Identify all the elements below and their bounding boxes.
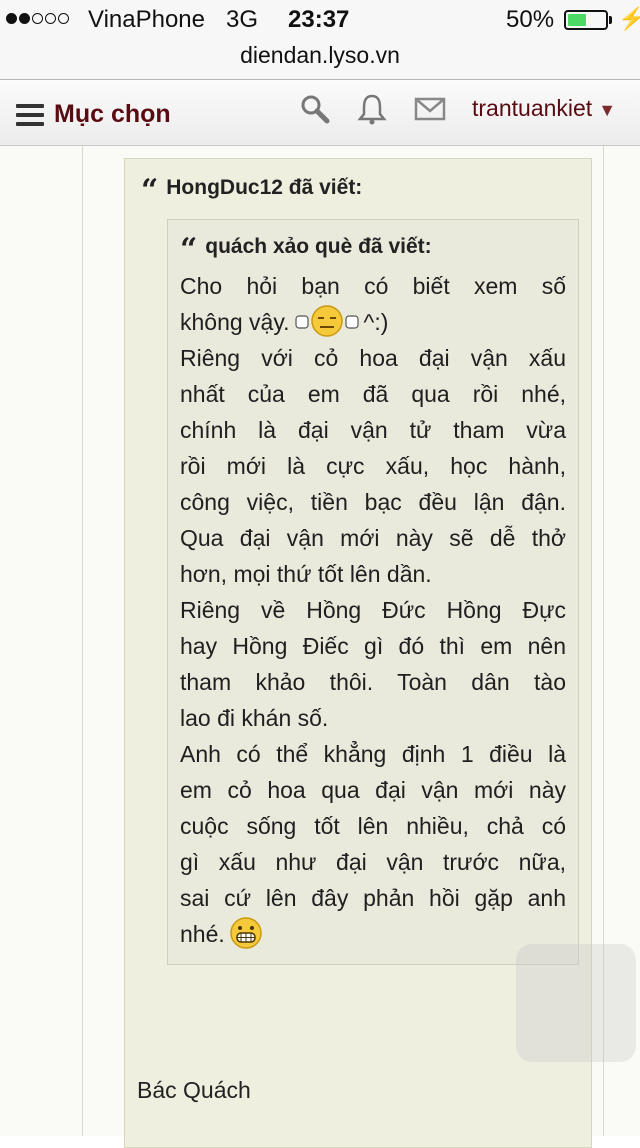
menu-label: Mục chọn — [54, 100, 171, 128]
quote-line: rồi mới là cực xấu, học hành, — [180, 453, 566, 479]
carrier-name: VinaPhone — [88, 6, 205, 33]
quote-line: Anh có thể khẳng định 1 điều là — [180, 741, 566, 767]
inner-quote-block: “ quách xảo què đã viết: Cho hỏi bạn có b… — [167, 219, 579, 965]
inner-quote-header: “ quách xảo què đã viết: — [180, 232, 432, 267]
quote-line: chính là đại vận tử tham vừa — [180, 417, 566, 443]
quote-line: tham khảo thôi. Toàn dân tào — [180, 669, 566, 695]
quote-line: công việc, tiền bạc đều lận đận. — [180, 489, 566, 515]
quote-line: em cỏ hoa qua đại vận mới này — [180, 777, 566, 803]
scroll-overlay[interactable] — [516, 944, 636, 1062]
quote-line: Riêng với cỏ hoa đại vận xấu — [180, 345, 566, 371]
quote-mark-icon: “ — [141, 173, 159, 208]
quote-line: Riêng về Hồng Đức Hồng Đực — [180, 597, 566, 623]
left-rail-divider — [82, 146, 83, 1136]
inner-quote-text: Cho hỏi bạn có biết xem số không vậy. ^:)… — [180, 268, 566, 952]
grin-emoticon-icon — [230, 917, 262, 949]
quote-line: sai cứ lên đây phản hồi gặp anh — [180, 885, 566, 911]
post-signature: Bác Quách — [137, 1077, 251, 1103]
charging-bolt-icon: ⚡ — [618, 6, 640, 31]
quote-line: lao đi khán số. — [180, 705, 329, 731]
inner-quote-author: quách xảo què đã viết: — [205, 235, 432, 258]
post-area: “ HongDuc12 đã viết: “ quách xảo què đã vi… — [0, 146, 640, 1148]
user-menu[interactable]: trantuankiet ▼ — [472, 95, 616, 122]
quote-line: gì xấu như đại vận trước nữa, — [180, 849, 566, 875]
battery-level-fill — [568, 14, 586, 26]
signal-strength-icon — [6, 13, 69, 24]
quote-line: nhé. — [180, 916, 566, 952]
quote-line: cuộc sống tốt lên nhiều, chả có — [180, 813, 566, 839]
outer-quote-header: “ HongDuc12 đã viết: — [141, 173, 362, 208]
quote-line-text: không vậy. — [180, 309, 290, 335]
quote-line: hơn, mọi thứ tốt lên dần. — [180, 561, 432, 587]
battery-icon — [564, 10, 608, 30]
quote-line: không vậy. ^:) — [180, 304, 566, 340]
quote-line: Qua đại vận mới này sẽ dễ thở — [180, 525, 566, 551]
quote-line: Cho hỏi bạn có biết xem số — [180, 273, 566, 299]
status-bar: VinaPhone 3G 23:37 50% ⚡ — [0, 0, 640, 40]
address-bar[interactable]: diendan.lyso.vn — [0, 40, 640, 80]
quote-line-text: nhé. — [180, 921, 225, 947]
quote-line: hay Hồng Điếc gì đó thì em nên — [180, 633, 566, 659]
status-time: 23:37 — [288, 6, 350, 33]
network-type: 3G — [226, 6, 259, 33]
battery-tip — [609, 16, 612, 24]
search-icon[interactable] — [298, 92, 332, 126]
quote-mark-icon: “ — [180, 232, 198, 267]
quote-line: nhất của em đã qua rồi nhé, — [180, 381, 566, 407]
outer-quote-author: HongDuc12 đã viết: — [166, 176, 363, 199]
bell-icon[interactable] — [355, 92, 389, 126]
url-text: diendan.lyso.vn — [240, 42, 400, 68]
battery-percent: 50% — [506, 6, 555, 33]
mail-icon[interactable] — [413, 92, 447, 126]
hamburger-icon — [16, 103, 44, 126]
emoticon-suffix: ^:) — [363, 309, 389, 335]
chevron-down-icon: ▼ — [598, 100, 617, 120]
grumpy-emoticon-icon — [294, 305, 359, 337]
username: trantuankiet — [472, 95, 593, 121]
menu-button[interactable]: Mục chọn — [16, 100, 171, 129]
site-header: Mục chọn trantuankiet ▼ — [0, 80, 640, 146]
